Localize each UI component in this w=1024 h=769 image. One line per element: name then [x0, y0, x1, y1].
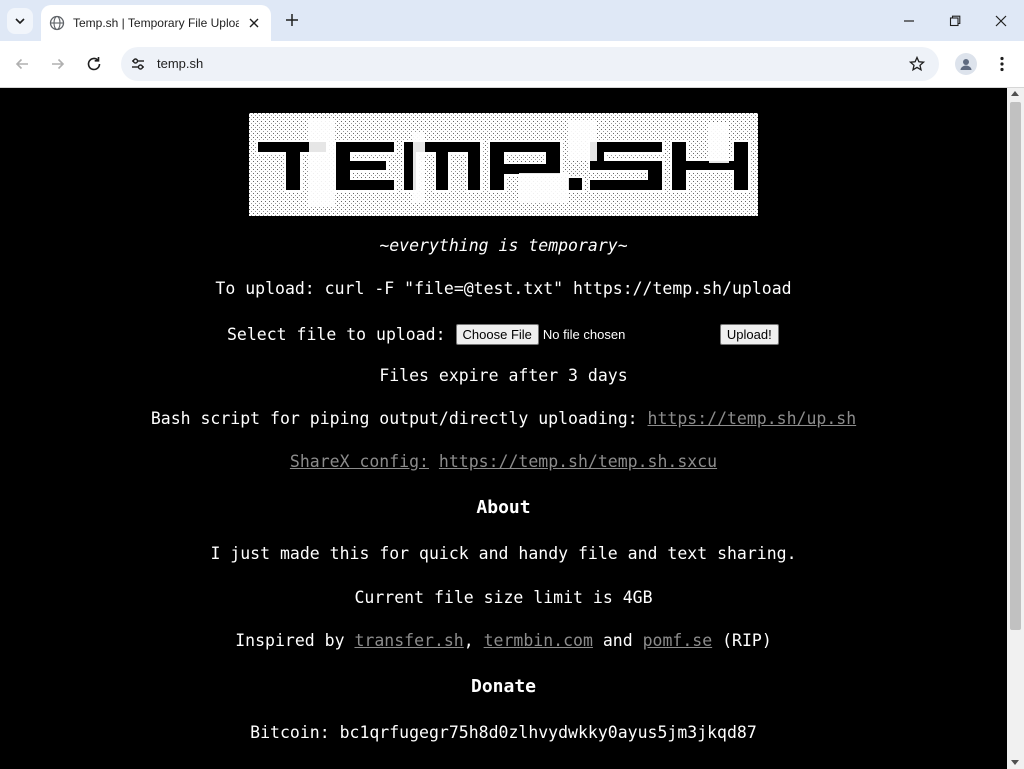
tab-strip: Temp.sh | Temporary File Upload [0, 0, 1024, 41]
bash-script-link[interactable]: https://temp.sh/up.sh [648, 409, 857, 428]
tagline: ~everything is temporary~ [379, 236, 628, 255]
upload-form: Select file to upload: Choose File No fi… [227, 323, 779, 345]
site-info-icon[interactable] [127, 53, 149, 75]
browser-toolbar: temp.sh [0, 41, 1024, 88]
choose-file-button[interactable]: Choose File [455, 323, 539, 345]
curl-instruction: To upload: curl -F "file=@test.txt" http… [215, 279, 792, 298]
donate-heading: Donate [470, 676, 537, 697]
sharex-line: ShareX config: https://temp.sh/temp.sh.s… [0, 452, 1007, 471]
select-file-label: Select file to upload: [227, 324, 446, 344]
scrollbar-thumb[interactable] [1010, 102, 1021, 630]
upload-button[interactable]: Upload! [719, 323, 779, 345]
sharex-config-link[interactable]: ShareX config: [290, 452, 429, 471]
profile-avatar-icon[interactable] [955, 53, 977, 75]
close-tab-icon[interactable] [245, 14, 263, 32]
bash-label: Bash script for piping output/directly u… [150, 409, 638, 428]
restore-icon[interactable] [942, 8, 968, 34]
file-size-limit: Current file size limit is 4GB [354, 588, 653, 607]
about-text: I just made this for quick and handy fil… [210, 544, 797, 563]
expiry-notice: Files expire after 3 days [379, 366, 628, 385]
page-content: ~everything is temporary~ To upload: cur… [0, 88, 1007, 769]
address-bar[interactable]: temp.sh [121, 47, 939, 81]
kebab-menu-icon[interactable] [992, 53, 1012, 75]
bookmark-star-icon[interactable] [907, 54, 927, 74]
scroll-up-arrow-icon[interactable] [1011, 91, 1019, 96]
bash-script-line: Bash script for piping output/directly u… [0, 409, 1007, 428]
pomf-link[interactable]: pomf.se [643, 631, 713, 650]
inspired-and: and [602, 631, 633, 650]
tab-title: Temp.sh | Temporary File Upload [73, 16, 239, 30]
about-heading: About [476, 497, 531, 518]
transfer-sh-link[interactable]: transfer.sh [354, 631, 463, 650]
logo-image [249, 113, 758, 216]
inspired-line: Inspired by transfer.sh, termbin.com and… [0, 631, 1007, 650]
url-text: temp.sh [157, 56, 204, 71]
sharex-url-link[interactable]: https://temp.sh/temp.sh.sxcu [439, 452, 717, 471]
minimize-icon[interactable] [896, 8, 922, 34]
back-icon[interactable] [11, 53, 33, 75]
globe-icon [49, 15, 65, 31]
termbin-link[interactable]: termbin.com [484, 631, 593, 650]
no-file-chosen-text: No file chosen [542, 326, 626, 342]
inspired-separator: , [463, 631, 474, 650]
bitcoin-address: Bitcoin: bc1qrfugegr75h8d0zlhvydwkky0ayu… [250, 723, 757, 742]
chevron-down-icon [15, 18, 25, 25]
inspired-suffix: (RIP) [722, 631, 772, 650]
forward-icon[interactable] [47, 53, 69, 75]
inspired-prefix: Inspired by [235, 631, 345, 650]
scroll-down-arrow-icon[interactable] [1011, 760, 1019, 765]
new-tab-icon[interactable] [282, 10, 302, 30]
tab-search-button[interactable] [7, 8, 33, 34]
reload-icon[interactable] [83, 53, 105, 75]
page-scrollbar[interactable] [1007, 88, 1024, 769]
close-window-icon[interactable] [988, 8, 1014, 34]
tab-active[interactable]: Temp.sh | Temporary File Upload [41, 5, 271, 41]
